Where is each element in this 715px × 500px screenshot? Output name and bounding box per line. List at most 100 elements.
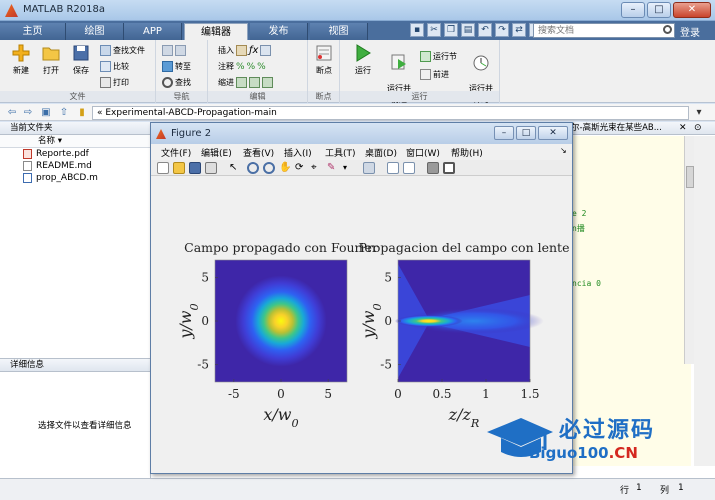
increase-indent-icon[interactable] (249, 77, 260, 88)
tab-editor[interactable]: 编辑器 (184, 23, 248, 40)
minimize-button[interactable]: – (621, 2, 645, 18)
new-figure-icon[interactable] (157, 162, 169, 174)
tab-home[interactable]: 主页 (0, 23, 66, 40)
back-arrow-icon[interactable]: ⇦ (6, 107, 18, 118)
figure-title-bar[interactable]: Figure 2 – □ ✕ (151, 123, 572, 144)
qa-cut-icon[interactable]: ✂ (427, 23, 441, 37)
wrap-comment-icon[interactable]: % (257, 62, 266, 72)
address-bar: ⇦ ⇨ ▣ ⇧ ▮ « Experimental-ABCD-Propagatio… (0, 104, 715, 121)
find-files-button[interactable]: 查找文件 (100, 45, 145, 56)
editor-scrollbar[interactable] (684, 136, 694, 364)
print-figure-icon[interactable] (205, 162, 217, 174)
figure-close-button[interactable]: ✕ (538, 126, 568, 140)
browse-folder-icon[interactable]: ▣ (40, 107, 52, 118)
smart-indent-icon[interactable] (236, 77, 247, 88)
path-dropdown-icon[interactable]: ▾ (693, 107, 705, 118)
zoom-in-icon[interactable] (247, 162, 259, 174)
group-navigate-label: 导航 (156, 91, 207, 102)
tab-plots[interactable]: 绘图 (66, 23, 124, 40)
figure-maximize-button[interactable]: □ (516, 126, 536, 140)
tab-publish[interactable]: 发布 (250, 23, 308, 40)
print-button[interactable]: 打印 (100, 77, 129, 88)
menu-view[interactable]: 查看(V) (243, 146, 274, 159)
save-button[interactable]: 保存 (66, 43, 96, 76)
rotate-icon[interactable]: ⟳ (295, 162, 307, 174)
breakpoints-label: 断点 (316, 66, 332, 75)
beam-focus (394, 315, 463, 327)
save-icon (73, 45, 89, 61)
save-figure-icon[interactable] (189, 162, 201, 174)
file-row[interactable]: Reporte.pdf (0, 148, 150, 160)
search-icon[interactable] (663, 25, 672, 34)
comment-button[interactable]: 注释 % % % (218, 61, 266, 72)
nav-back-forward[interactable] (162, 45, 186, 56)
new-button[interactable]: 新建 (6, 43, 36, 76)
comment-percent-icon[interactable]: % (236, 62, 245, 72)
search-docs-input[interactable] (533, 23, 675, 38)
forward-arrow-icon[interactable]: ⇨ (22, 107, 34, 118)
find-button[interactable]: 查找 (162, 77, 191, 88)
details-panel: 详细信息 选择文件以查看详细信息 (0, 358, 151, 478)
legend-icon[interactable] (403, 162, 415, 174)
show-plot-tools-icon[interactable] (443, 162, 455, 174)
tab-apps[interactable]: APP (124, 23, 182, 40)
hide-plot-tools-icon[interactable] (427, 162, 439, 174)
insert-button[interactable]: 插入 ƒx (218, 45, 272, 56)
menu-desktop[interactable]: 桌面(D) (365, 146, 397, 159)
run-section-button[interactable]: 运行节 (420, 51, 457, 62)
breakpoints-button[interactable]: 断点 (309, 43, 339, 76)
colorbar-icon[interactable] (387, 162, 399, 174)
advance-button[interactable]: 前进 (420, 69, 449, 80)
figure-menubar: 文件(F) 编辑(E) 查看(V) 插入(I) 工具(T) 桌面(D) 窗口(W… (151, 144, 572, 159)
path-input[interactable]: « Experimental-ABCD-Propagation-main (92, 106, 689, 120)
menu-file[interactable]: 文件(F) (161, 146, 191, 159)
qa-paste-icon[interactable]: ▤ (461, 23, 475, 37)
brush-icon[interactable]: ✎ (327, 162, 339, 174)
uncomment-icon[interactable]: % (247, 62, 256, 72)
code-line: n播 (572, 224, 585, 233)
pointer-icon[interactable]: ↖ (229, 162, 241, 174)
scrollbar-thumb[interactable] (686, 166, 694, 188)
menu-edit[interactable]: 编辑(E) (201, 146, 232, 159)
decrease-indent-icon[interactable] (262, 77, 273, 88)
indent-button[interactable]: 缩进 (218, 77, 273, 88)
qa-switch-icon[interactable]: ⇄ (512, 23, 526, 37)
up-folder-icon[interactable]: ⇧ (58, 107, 70, 118)
qa-redo-icon[interactable]: ↷ (495, 23, 509, 37)
insert-menu-icon[interactable] (260, 45, 272, 56)
tab-view[interactable]: 视图 (310, 23, 368, 40)
link-plot-icon[interactable] (363, 162, 375, 174)
figure-minimize-button[interactable]: – (494, 126, 514, 140)
y-tick-label: 0 (201, 314, 209, 328)
menu-help[interactable]: 帮助(H) (451, 146, 483, 159)
pan-icon[interactable]: ✋ (279, 162, 291, 174)
brush-menu-icon[interactable]: ▾ (343, 162, 355, 174)
name-column-header[interactable]: 名称 ▾ (0, 135, 150, 148)
open-button[interactable]: 打开 (36, 43, 66, 76)
run-section-icon (420, 51, 431, 62)
watermark-cn: 必过源码 (559, 418, 656, 443)
login-link[interactable]: 登录 (680, 24, 700, 39)
qa-save-icon[interactable]: ▪ (410, 23, 424, 37)
file-row[interactable]: README.md (0, 160, 150, 172)
data-cursor-icon[interactable]: ⌖ (311, 162, 323, 174)
menu-insert[interactable]: 插入(I) (284, 146, 312, 159)
compare-button[interactable]: 比较 (100, 61, 129, 72)
qa-undo-icon[interactable]: ↶ (478, 23, 492, 37)
editor-menu-icon[interactable]: ⊙ (694, 123, 702, 133)
zoom-out-icon[interactable] (263, 162, 275, 174)
x-tick-label: 0 (277, 387, 285, 401)
file-row[interactable]: prop_ABCD.m (0, 172, 150, 184)
menubar-dock-icon[interactable]: ↘ (560, 146, 567, 155)
fx-icon[interactable]: ƒx (249, 45, 258, 56)
goto-button[interactable]: 转至 (162, 61, 191, 72)
menu-window[interactable]: 窗口(W) (406, 146, 440, 159)
editor-close-icon[interactable]: ✕ (679, 123, 687, 133)
open-file-icon[interactable] (173, 162, 185, 174)
run-button[interactable]: 运行 (348, 43, 378, 76)
qa-copy-icon[interactable]: ❐ (444, 23, 458, 37)
maximize-button[interactable]: □ (647, 2, 671, 18)
close-button[interactable]: ✕ (673, 2, 711, 18)
x-axis-label: x/w0 (263, 405, 298, 430)
menu-tools[interactable]: 工具(T) (325, 146, 356, 159)
